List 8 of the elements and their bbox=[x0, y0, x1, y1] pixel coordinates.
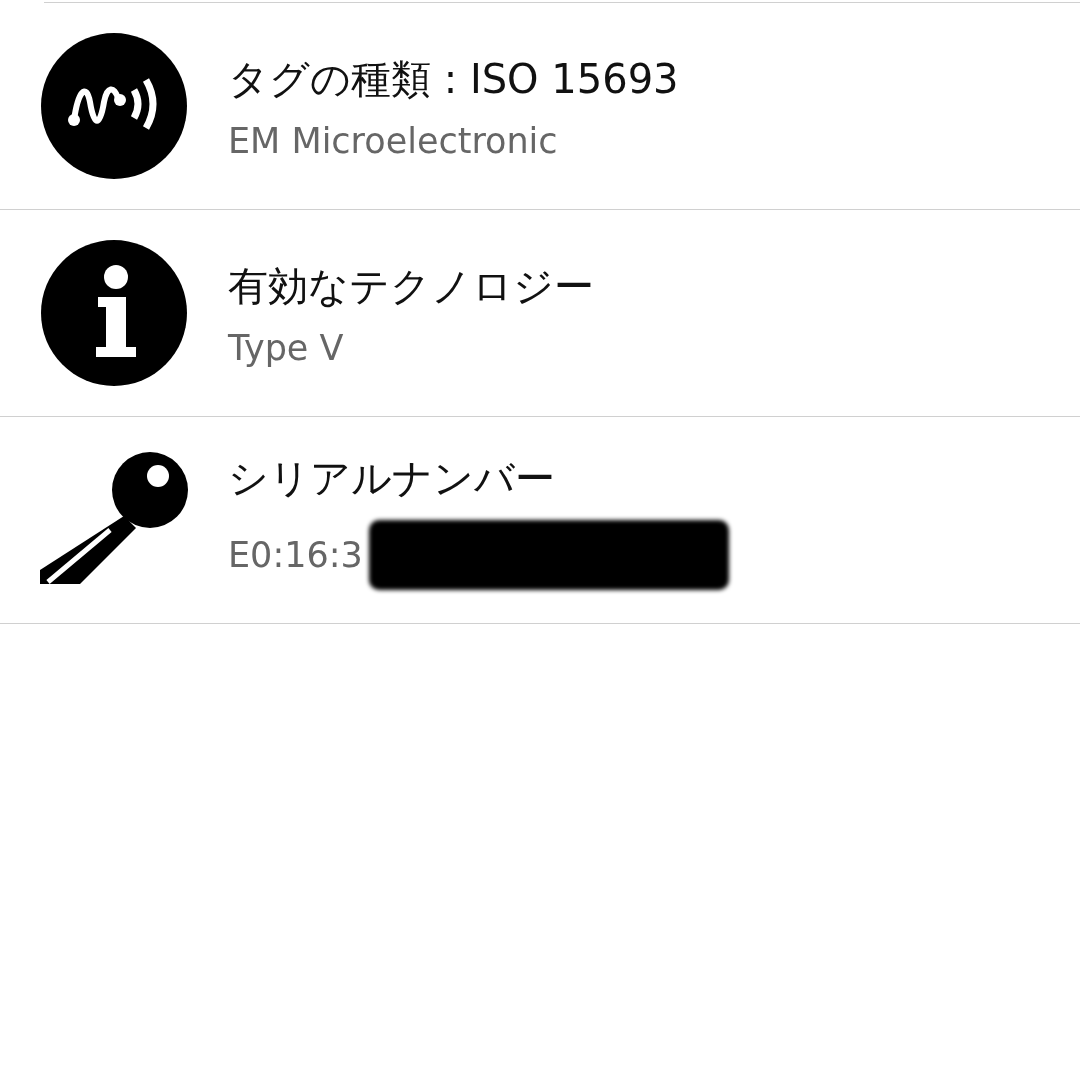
row-value: EM Microelectronic bbox=[228, 120, 558, 161]
row-title: シリアルナンバー bbox=[228, 453, 556, 503]
nfc-icon bbox=[40, 32, 188, 180]
row-title: タグの種類 : ISO 15693 bbox=[228, 54, 679, 104]
row-title: 有効なテクノロジー bbox=[228, 261, 594, 311]
row-value: E0:16:3 bbox=[228, 534, 363, 575]
info-icon bbox=[40, 239, 188, 387]
row-value: Type V bbox=[228, 327, 344, 368]
